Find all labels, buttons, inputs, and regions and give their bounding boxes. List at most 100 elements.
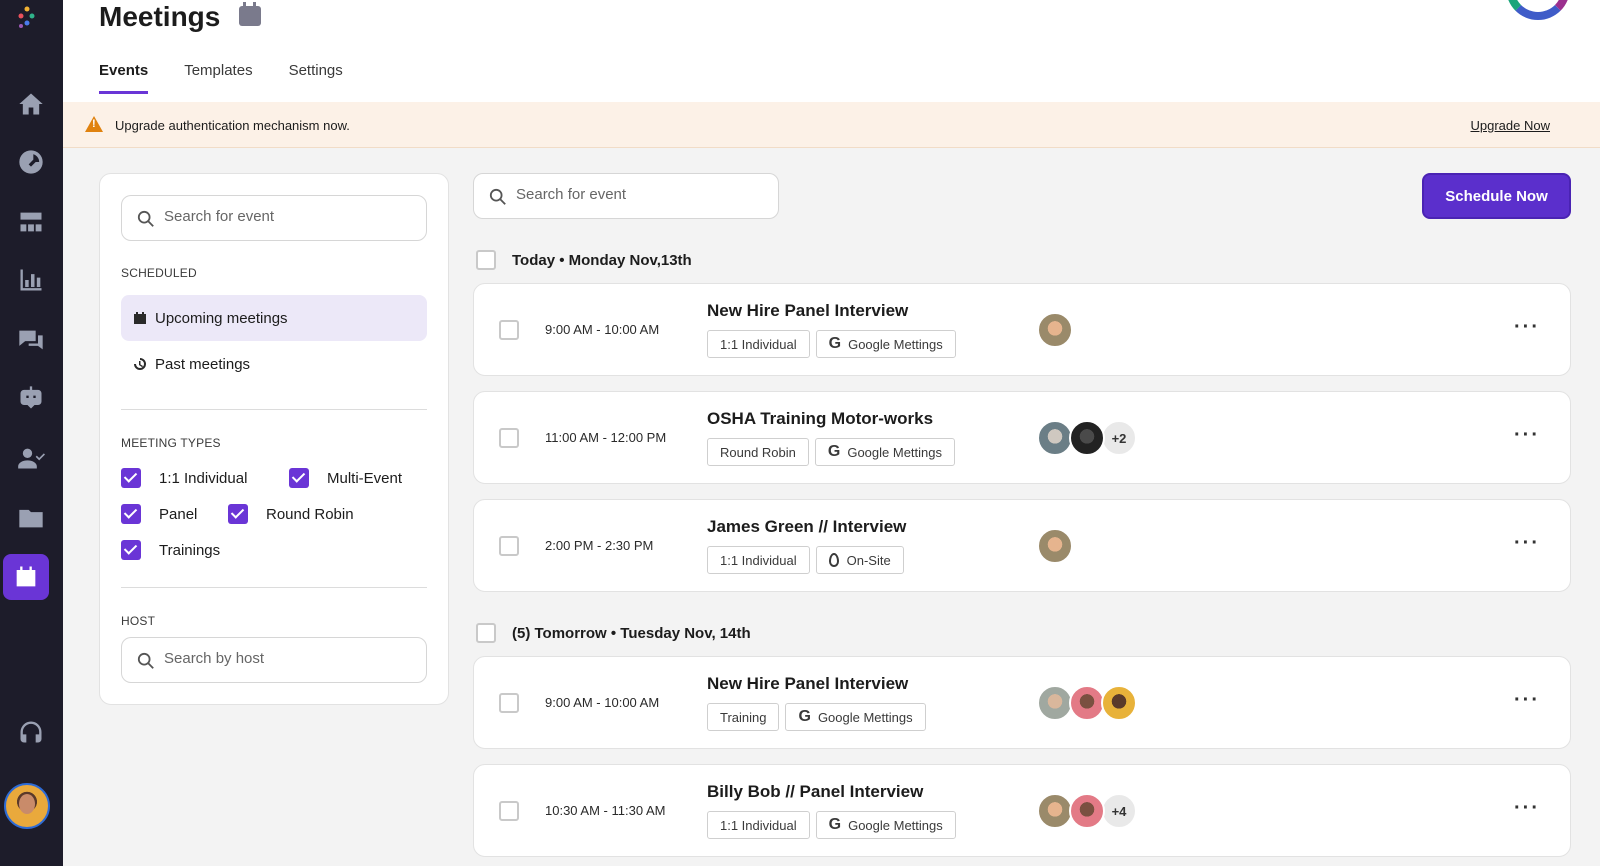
host-label: HOST: [121, 614, 156, 628]
past-meetings-item[interactable]: Past meetings: [121, 341, 427, 387]
avatar: [1037, 793, 1073, 829]
home-icon[interactable]: [9, 82, 53, 126]
type-trainings-label: Trainings: [159, 541, 221, 559]
event-title: OSHA Training Motor-works: [707, 409, 934, 428]
tab-templates[interactable]: Templates: [184, 62, 252, 94]
upcoming-meetings-item[interactable]: Upcoming meetings: [121, 295, 427, 341]
event-card[interactable]: 9:00 AM - 10:00 AM New Hire Panel Interv…: [473, 283, 1571, 376]
day-select-checkbox[interactable]: [476, 250, 496, 270]
tab-events[interactable]: Events: [99, 62, 149, 94]
event-select-checkbox[interactable]: [499, 801, 519, 821]
banner-message: Upgrade authentication mechanism now.: [115, 118, 350, 133]
headset-icon[interactable]: [9, 710, 53, 754]
type-multi-event-checkbox[interactable]: Multi-Event: [289, 468, 402, 488]
day-label: (5) Tomorrow • Tuesday Nov, 14th: [512, 624, 751, 642]
app-rail: [0, 0, 63, 866]
meeting-types-label: MEETING TYPES: [121, 436, 221, 450]
search-icon: [137, 652, 154, 669]
more-options-icon[interactable]: ···: [1514, 690, 1540, 710]
type-panel-label: Panel: [159, 505, 198, 523]
org-chart-icon[interactable]: [9, 200, 53, 244]
event-select-checkbox[interactable]: [499, 693, 519, 713]
history-icon: [134, 358, 146, 370]
type-1on1-checkbox[interactable]: 1:1 Individual: [121, 468, 247, 488]
tab-settings[interactable]: Settings: [289, 62, 343, 94]
checkbox-checked[interactable]: [121, 504, 141, 524]
sidebar-search-input[interactable]: [164, 208, 364, 225]
event-time: 11:00 AM - 12:00 PM: [545, 430, 667, 445]
location-label: Google Mettings: [848, 817, 943, 833]
event-title: New Hire Panel Interview: [707, 674, 909, 693]
page-header: Meetings Events Templates Settings: [63, 0, 1600, 102]
event-card[interactable]: 2:00 PM - 2:30 PM James Green // Intervi…: [473, 499, 1571, 592]
host-search-field[interactable]: [121, 637, 427, 683]
event-time: 9:00 AM - 10:00 AM: [545, 695, 660, 710]
more-options-icon[interactable]: ···: [1514, 317, 1540, 337]
event-tags: 1:1 Individual G Google Mettings: [707, 330, 956, 358]
event-card[interactable]: 10:30 AM - 11:30 AM Billy Bob // Panel I…: [473, 764, 1571, 857]
type-trainings-checkbox[interactable]: Trainings: [121, 540, 220, 560]
event-title: James Green // Interview: [707, 517, 907, 536]
search-icon: [137, 210, 154, 227]
meetings-icon[interactable]: [3, 554, 49, 600]
meeting-type-tag: 1:1 Individual: [707, 811, 810, 839]
event-select-checkbox[interactable]: [499, 536, 519, 556]
past-meetings-label: Past meetings: [155, 355, 251, 373]
chart-icon[interactable]: [9, 258, 53, 302]
more-attendees-badge[interactable]: +2: [1101, 420, 1137, 456]
location-label: Google Mettings: [817, 709, 913, 725]
day-select-checkbox[interactable]: [476, 623, 496, 643]
calendar-small-icon: [134, 312, 146, 324]
checkbox-checked[interactable]: [228, 504, 248, 524]
attendee-avatars: +2: [1037, 420, 1137, 456]
user-avatar[interactable]: [4, 783, 50, 829]
schedule-now-button[interactable]: Schedule Now: [1422, 173, 1571, 219]
location-pin-icon: [828, 553, 839, 567]
event-time: 9:00 AM - 10:00 AM: [545, 322, 660, 337]
event-card[interactable]: 11:00 AM - 12:00 PM OSHA Training Motor-…: [473, 391, 1571, 484]
host-search-input[interactable]: [164, 650, 364, 667]
checkbox-checked[interactable]: [121, 468, 141, 488]
event-time: 2:00 PM - 2:30 PM: [545, 538, 654, 553]
event-select-checkbox[interactable]: [499, 428, 519, 448]
location-label: Google Mettings: [848, 336, 943, 352]
sidebar-search-field[interactable]: [121, 195, 427, 241]
filter-panel: SCHEDULED Upcoming meetings Past meeting…: [99, 173, 449, 705]
upgrade-banner: Upgrade authentication mechanism now. Up…: [63, 102, 1600, 148]
google-icon: G: [828, 335, 842, 352]
attendee-avatars: +4: [1037, 793, 1137, 829]
checkbox-checked[interactable]: [289, 468, 309, 488]
location-tag: G Google Mettings: [785, 703, 926, 731]
checkbox-checked[interactable]: [121, 540, 141, 560]
user-check-icon[interactable]: [9, 436, 53, 480]
event-time: 10:30 AM - 11:30 AM: [545, 803, 666, 818]
day-header-today: Today • Monday Nov,13th: [476, 250, 692, 270]
type-panel-checkbox[interactable]: Panel: [121, 504, 197, 524]
google-icon: G: [798, 708, 811, 725]
avatar: [1037, 685, 1073, 721]
meeting-type-tag: 1:1 Individual: [707, 546, 810, 574]
event-card[interactable]: 9:00 AM - 10:00 AM New Hire Panel Interv…: [473, 656, 1571, 749]
attendee-avatars: [1037, 685, 1137, 721]
type-round-robin-checkbox[interactable]: Round Robin: [228, 504, 354, 524]
more-options-icon[interactable]: ···: [1514, 798, 1540, 818]
location-label: On-Site: [846, 552, 891, 568]
event-title: Billy Bob // Panel Interview: [707, 782, 924, 801]
location-tag: G Google Mettings: [815, 330, 956, 358]
upgrade-now-link[interactable]: Upgrade Now: [1471, 118, 1551, 133]
folder-icon[interactable]: [9, 496, 53, 540]
event-search-field[interactable]: [473, 173, 779, 219]
chat-icon[interactable]: [9, 318, 53, 362]
event-search-input[interactable]: [516, 186, 716, 203]
page-title: Meetings: [99, 1, 221, 32]
event-select-checkbox[interactable]: [499, 320, 519, 340]
more-attendees-badge[interactable]: +4: [1101, 793, 1137, 829]
tab-bar: Events Templates Settings: [99, 62, 343, 94]
bot-icon[interactable]: [9, 376, 53, 420]
more-options-icon[interactable]: ···: [1514, 533, 1540, 553]
more-options-icon[interactable]: ···: [1514, 425, 1540, 445]
avatar: [1069, 685, 1105, 721]
rocket-icon[interactable]: [9, 140, 53, 184]
status-donut: [1506, 0, 1570, 20]
day-header-tomorrow: (5) Tomorrow • Tuesday Nov, 14th: [476, 623, 751, 643]
